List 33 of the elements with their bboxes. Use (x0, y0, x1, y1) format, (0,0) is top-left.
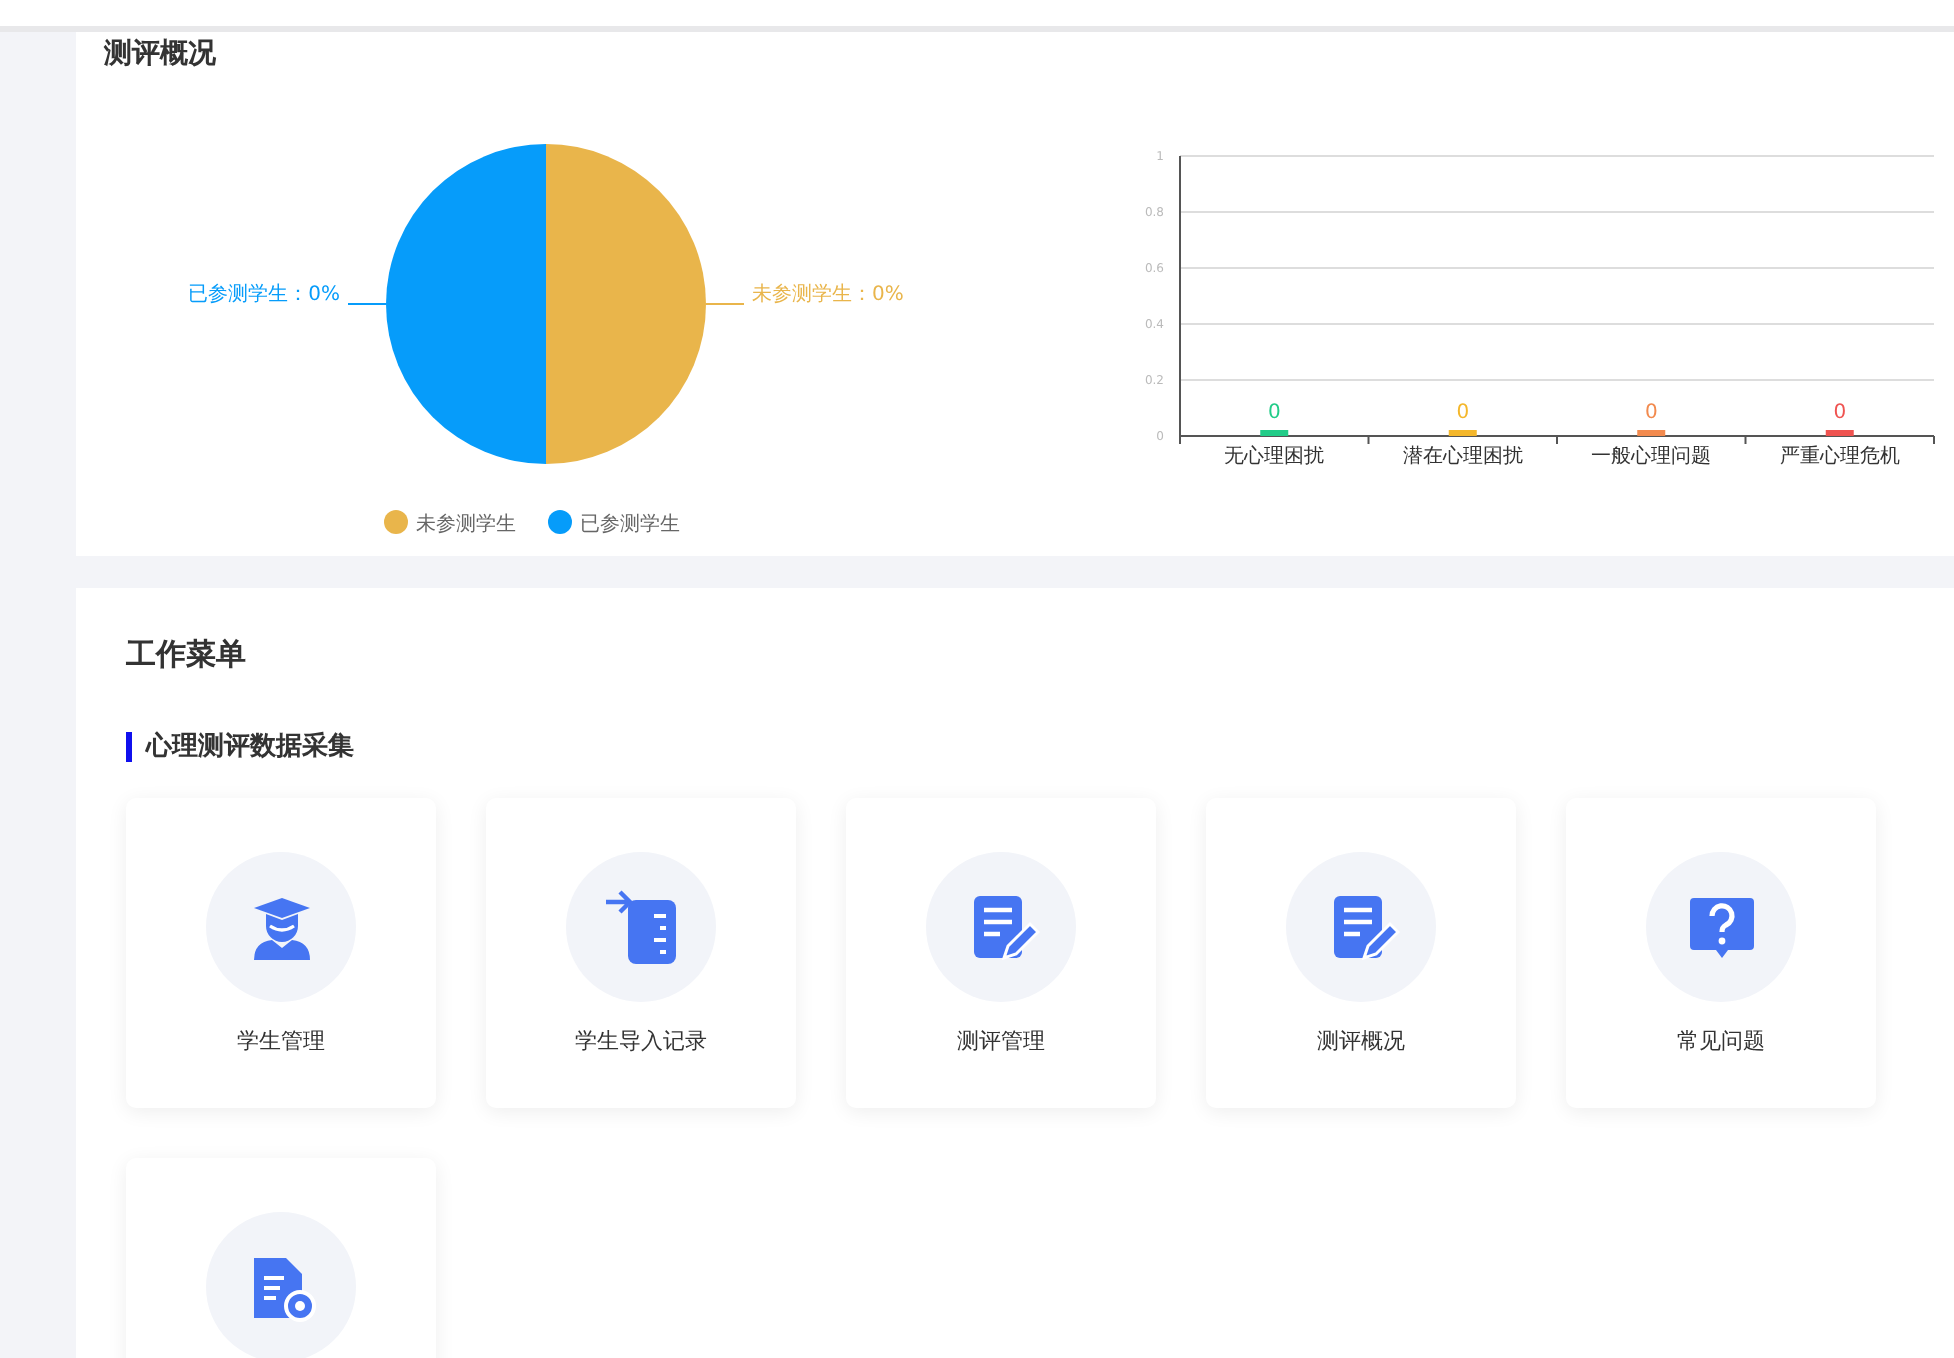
slice-label: 已参测学生：0% (188, 284, 340, 306)
bar (1448, 430, 1477, 436)
overview-title: 测评概况 (104, 36, 218, 72)
section-title: 心理测评数据采集 (146, 729, 354, 764)
menu-tile-label: 常见问题 (1677, 1026, 1765, 1056)
x-category-label: 一般心理问题 (1591, 446, 1712, 468)
bar (1260, 430, 1289, 436)
menu-tile[interactable]: 学生管理 (126, 798, 436, 1108)
slice-label: 未参测学生：0% (752, 284, 904, 306)
bar (1825, 430, 1854, 436)
x-category-label: 无心理困扰 (1224, 446, 1325, 468)
work-menu-title: 工作菜单 (126, 636, 248, 672)
legend-label: 已参测学生 (580, 514, 680, 536)
menu-tile[interactable]: 测评管理 (846, 798, 1156, 1108)
menu-tile[interactable]: 常见问题 (1566, 798, 1876, 1108)
legend-label: 未参测学生 (416, 514, 516, 536)
menu-tile[interactable]: 测评概况 (1206, 798, 1516, 1108)
x-category-label: 潜在心理困扰 (1402, 446, 1523, 468)
menu-tile-label: 测评管理 (957, 1026, 1045, 1056)
bar-value-label: 0 (1267, 402, 1281, 424)
x-category-label: 严重心理危机 (1779, 446, 1900, 468)
bar-value-label: 0 (1456, 402, 1470, 424)
section-marker (126, 731, 132, 761)
menu-tile-label: 学生导入记录 (575, 1026, 707, 1056)
bar (1637, 430, 1666, 436)
menu-tile[interactable]: 学生导入记录 (486, 798, 796, 1108)
leader-line (705, 303, 745, 305)
bar-value-label: 0 (1644, 402, 1658, 424)
menu-tile-label: 学生管理 (237, 1026, 325, 1056)
import-file-icon (601, 887, 681, 967)
leader-line (347, 303, 387, 305)
bar-value-label: 0 (1833, 402, 1847, 424)
menu-tile-label: 测评概况 (1317, 1026, 1405, 1056)
